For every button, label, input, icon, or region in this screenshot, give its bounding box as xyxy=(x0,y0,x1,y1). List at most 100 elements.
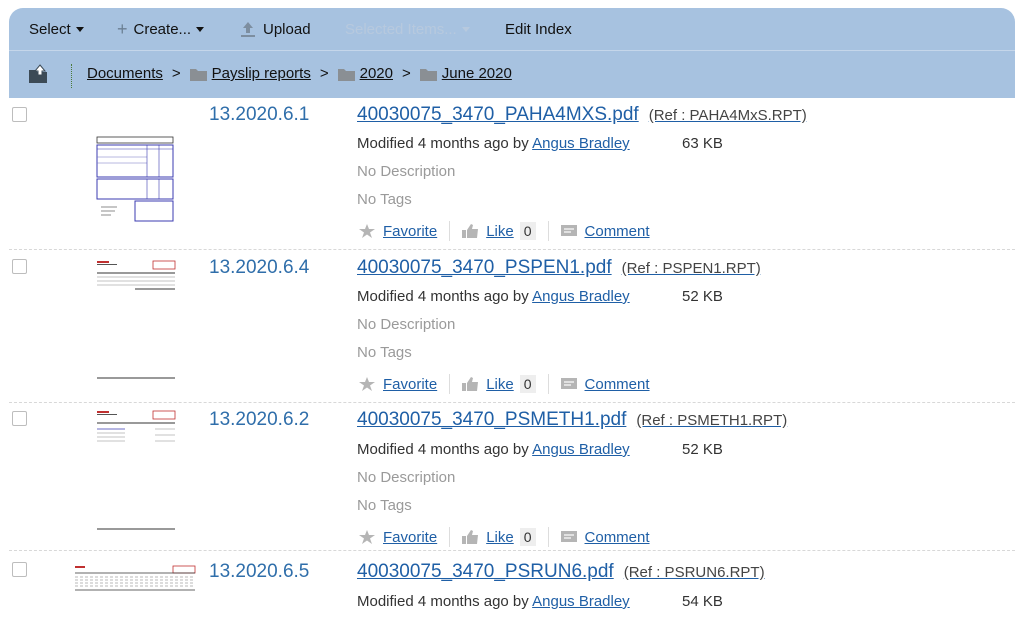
edit-index-button[interactable]: Edit Index xyxy=(505,19,572,39)
breadcrumb-june-2020[interactable]: June 2020 xyxy=(442,65,512,82)
action-divider xyxy=(547,374,549,394)
folder-icon xyxy=(419,68,437,81)
favorite-link[interactable]: Favorite xyxy=(383,223,437,240)
document-number: 13.2020.6.2 xyxy=(209,409,310,430)
selected-items-label: Selected Items... xyxy=(345,20,457,38)
document-ref: (Ref : PSRUN6.RPT) xyxy=(623,564,765,581)
like-link[interactable]: Like xyxy=(486,223,514,240)
document-thumbnail[interactable] xyxy=(95,259,177,383)
action-divider xyxy=(547,221,549,241)
thumbs-up-icon xyxy=(462,377,479,391)
file-size: 52 KB xyxy=(682,288,723,305)
modified-text: Modified 4 months ago by xyxy=(357,288,529,305)
like-count: 0 xyxy=(519,528,536,546)
author-link[interactable]: Angus Bradley xyxy=(532,288,630,305)
comment-icon xyxy=(560,531,577,542)
breadcrumb-separator: > xyxy=(402,65,411,82)
breadcrumb-separator: > xyxy=(171,65,181,82)
file-size: 54 KB xyxy=(682,593,723,610)
folder-icon xyxy=(337,68,355,81)
selected-items-menu-button[interactable]: Selected Items... xyxy=(345,19,470,39)
document-filename[interactable]: 40030075_3470_PAHA4MXS.pdf xyxy=(357,104,639,125)
breadcrumb-payslip-reports[interactable]: Payslip reports xyxy=(212,65,311,82)
favorite-link[interactable]: Favorite xyxy=(383,529,437,546)
row-checkbox[interactable] xyxy=(12,562,27,577)
modified-info: Modified 4 months ago by Angus Bradley xyxy=(357,288,630,305)
document-title-link[interactable]: 40030075_3470_PSPEN1.pdf (Ref : PSPEN1.RP… xyxy=(357,257,761,279)
document-filename[interactable]: 40030075_3470_PSRUN6.pdf xyxy=(357,561,614,582)
document-row: 13.2020.6.2 40030075_3470_PSMETH1.pdf (Re… xyxy=(9,403,1015,551)
document-title-link[interactable]: 40030075_3470_PAHA4MXS.pdf (Ref : PAHA4Mx… xyxy=(357,104,807,126)
upload-button[interactable]: Upload xyxy=(239,19,311,39)
folder-icon xyxy=(189,68,207,81)
document-thumbnail[interactable] xyxy=(95,135,175,223)
like-link[interactable]: Like xyxy=(486,376,514,393)
thumbs-up-icon xyxy=(462,530,479,544)
modified-text: Modified 4 months ago by xyxy=(357,135,529,152)
like-link[interactable]: Like xyxy=(486,529,514,546)
row-actions: Favorite Like 0 Comment xyxy=(359,527,650,547)
author-link[interactable]: Angus Bradley xyxy=(532,441,630,458)
star-icon xyxy=(359,224,375,238)
document-ref: (Ref : PSPEN1.RPT) xyxy=(621,260,761,277)
tags: No Tags xyxy=(357,344,412,361)
description: No Description xyxy=(357,316,456,333)
chevron-down-icon xyxy=(461,26,470,32)
tags: No Tags xyxy=(357,191,412,208)
document-filename[interactable]: 40030075_3470_PSMETH1.pdf xyxy=(357,409,626,430)
author-link[interactable]: Angus Bradley xyxy=(532,593,630,610)
select-menu-button[interactable]: Select xyxy=(29,19,84,39)
document-number: 13.2020.6.5 xyxy=(209,561,310,582)
tags: No Tags xyxy=(357,497,412,514)
document-row: 13.2020.6.4 40030075_3470_PSPEN1.pdf (Ref… xyxy=(9,250,1015,403)
row-actions: Favorite Like 0 Comment xyxy=(359,221,650,241)
row-checkbox[interactable] xyxy=(12,411,27,426)
document-thumbnail[interactable] xyxy=(73,565,197,593)
author-link[interactable]: Angus Bradley xyxy=(532,135,630,152)
document-row: 13.2020.6.5 40030075_3470_PSRUN6.pdf (Ref… xyxy=(9,551,1015,633)
action-bar: Select + Create... Upload Selected Items… xyxy=(9,8,1015,50)
modified-info: Modified 4 months ago by Angus Bradley xyxy=(357,135,630,152)
document-row: 13.2020.6.1 40030075_3470_PAHA4MXS.pdf (R… xyxy=(9,98,1015,250)
chevron-down-icon xyxy=(75,26,84,32)
plus-icon: + xyxy=(117,19,128,39)
thumbs-up-icon xyxy=(462,224,479,238)
file-size: 52 KB xyxy=(682,441,723,458)
like-count: 0 xyxy=(519,222,536,240)
document-title-link[interactable]: 40030075_3470_PSRUN6.pdf (Ref : PSRUN6.RP… xyxy=(357,561,765,583)
comment-link[interactable]: Comment xyxy=(585,529,650,546)
upload-icon xyxy=(241,22,255,37)
upload-label: Upload xyxy=(263,20,311,38)
description: No Description xyxy=(357,163,456,180)
action-divider xyxy=(449,221,451,241)
breadcrumb-2020[interactable]: 2020 xyxy=(360,65,393,82)
modified-text: Modified 4 months ago by xyxy=(357,441,529,458)
document-filename[interactable]: 40030075_3470_PSPEN1.pdf xyxy=(357,257,612,278)
breadcrumb-documents[interactable]: Documents xyxy=(87,65,163,82)
row-checkbox[interactable] xyxy=(12,107,27,122)
document-thumbnail[interactable] xyxy=(95,409,177,533)
breadcrumb-separator: > xyxy=(319,65,329,82)
document-number: 13.2020.6.1 xyxy=(209,104,310,125)
create-menu-button[interactable]: + Create... xyxy=(117,19,205,39)
document-title-link[interactable]: 40030075_3470_PSMETH1.pdf (Ref : PSMETH1.… xyxy=(357,409,787,431)
document-number: 13.2020.6.4 xyxy=(209,257,310,278)
star-icon xyxy=(359,530,375,544)
action-divider xyxy=(449,374,451,394)
action-divider xyxy=(547,527,549,547)
document-ref: (Ref : PSMETH1.RPT) xyxy=(636,412,788,429)
comment-link[interactable]: Comment xyxy=(585,376,650,393)
parent-folder-up-icon[interactable] xyxy=(27,64,49,84)
like-count: 0 xyxy=(519,375,536,393)
breadcrumb: Documents > Payslip reports > 2020 > Jun… xyxy=(87,65,512,82)
chevron-down-icon xyxy=(196,26,205,32)
row-checkbox[interactable] xyxy=(12,259,27,274)
comment-icon xyxy=(560,378,577,389)
create-label: Create... xyxy=(133,20,192,38)
star-icon xyxy=(359,377,375,391)
comment-link[interactable]: Comment xyxy=(585,223,650,240)
document-ref: (Ref : PAHA4MxS.RPT) xyxy=(648,107,807,124)
favorite-link[interactable]: Favorite xyxy=(383,376,437,393)
modified-info: Modified 4 months ago by Angus Bradley xyxy=(357,441,630,458)
row-actions: Favorite Like 0 Comment xyxy=(359,374,650,394)
